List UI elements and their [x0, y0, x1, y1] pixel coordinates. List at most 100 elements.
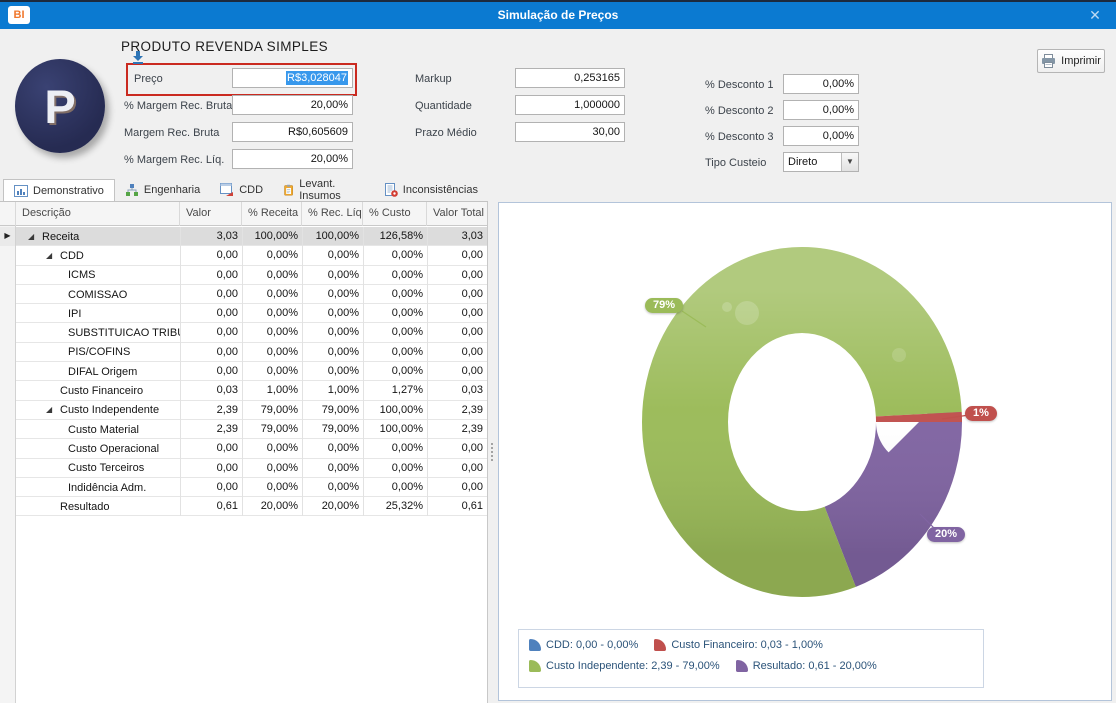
tab-cdd[interactable]: CDD	[210, 179, 273, 201]
row-value-cell: 0,00%	[302, 362, 363, 382]
column-header[interactable]: % Custo	[363, 202, 427, 226]
column-header[interactable]: Valor Total	[427, 202, 487, 226]
table-row[interactable]: Custo Material 2,39 79,00% 79,00% 100,00% 2,3…	[0, 419, 487, 440]
header-indicator-cell	[0, 202, 16, 226]
margem-bruta-field[interactable]: R$0,605609	[232, 122, 353, 142]
tab-engenharia[interactable]: Engenharia	[115, 179, 210, 201]
table-row[interactable]: ◢ CDD 0,00 0,00% 0,00% 0,00% 0,00	[0, 246, 487, 266]
row-value-cell: 100,00%	[363, 419, 427, 440]
desconto1-label: % Desconto 1	[705, 79, 774, 91]
close-icon[interactable]: ✕	[1084, 5, 1106, 26]
row-value-cell: 0,00	[427, 342, 487, 363]
table-row[interactable]: Resultado 0,61 20,00% 20,00% 25,32% 0,61	[0, 497, 487, 517]
desconto3-field[interactable]: 0,00%	[783, 126, 859, 146]
row-label: Custo Independente	[60, 404, 160, 417]
tab-label: Demonstrativo	[33, 184, 104, 197]
app-window: BI Simulação de Preços ✕ P PRODUTO REVEN…	[0, 0, 1116, 703]
print-button[interactable]: Imprimir	[1037, 49, 1105, 73]
row-value-cell: 0,00	[427, 284, 487, 305]
row-value-cell: 2,39	[180, 419, 242, 440]
table-row[interactable]: ▶ ◢ Receita 3,03 100,00% 100,00% 126,58% 3,03	[0, 227, 487, 247]
table-row[interactable]: ICMS 0,00 0,00% 0,00% 0,00% 0,00	[0, 265, 487, 285]
table-row[interactable]: DIFAL Origem 0,00 0,00% 0,00% 0,00% 0,00	[0, 362, 487, 382]
row-value-cell: 0,00	[180, 342, 242, 363]
print-button-label: Imprimir	[1061, 55, 1101, 67]
tab-inconsistencias[interactable]: Inconsistências	[374, 179, 488, 201]
desconto2-field[interactable]: 0,00%	[783, 100, 859, 120]
row-value-cell: 3,03	[180, 227, 242, 247]
desconto1-field[interactable]: 0,00%	[783, 74, 859, 94]
row-value-cell: 1,27%	[363, 381, 427, 401]
margem-liq-pct-label: % Margem Rec. Líq.	[124, 154, 225, 166]
row-value-cell: 79,00%	[242, 419, 302, 440]
row-description-cell: Resultado	[16, 497, 180, 516]
table-row[interactable]: IPI 0,00 0,00% 0,00% 0,00% 0,00	[0, 304, 487, 324]
prazo-medio-field[interactable]: 30,00	[515, 122, 625, 142]
gloss-bubble	[735, 301, 759, 325]
row-value-cell: 0,00%	[242, 246, 302, 266]
table-row[interactable]: SUBSTITUICAO TRIBU...0,000,00%0,00%0,00%…	[0, 323, 487, 343]
chevron-down-icon[interactable]: ▼	[841, 153, 858, 171]
import-arrow-icon[interactable]	[130, 50, 146, 66]
row-description-cell: Custo Terceiros	[16, 459, 180, 478]
row-value-cell: 0,00%	[363, 439, 427, 459]
expand-collapse-icon[interactable]: ◢	[28, 228, 42, 246]
splitter-grip-icon	[491, 443, 493, 461]
margem-liq-pct-field[interactable]: 20,00%	[232, 149, 353, 169]
margem-bruta-pct-field[interactable]: 20,00%	[232, 95, 353, 115]
tab-label: Levant. Insumos	[299, 178, 341, 202]
row-value-cell: 0,00%	[363, 265, 427, 285]
column-header[interactable]: Valor	[180, 202, 242, 226]
row-label: Custo Material	[68, 423, 139, 436]
table-row[interactable]: Custo Financeiro 0,03 1,00% 1,00% 1,27% 0,03	[0, 381, 487, 401]
expand-collapse-icon[interactable]: ◢	[46, 247, 60, 265]
row-value-cell: 0,00%	[363, 284, 427, 305]
desconto3-label: % Desconto 3	[705, 131, 774, 143]
row-indicator-cell	[0, 381, 16, 401]
legend-marker-icon	[735, 660, 748, 672]
legend-label: Resultado: 0,61 - 20,00%	[752, 660, 877, 672]
window-title: Simulação de Preços	[497, 8, 619, 22]
quantidade-field[interactable]: 1,000000	[515, 95, 625, 115]
table-row[interactable]: Indidência Adm. 0,00 0,00% 0,00% 0,00% 0,00	[0, 477, 487, 498]
chart-grid-icon	[14, 184, 28, 197]
row-value-cell: 0,00	[180, 284, 242, 305]
markup-field[interactable]: 0,253165	[515, 68, 625, 88]
row-label: IPI	[68, 307, 82, 320]
panel-splitter[interactable]	[488, 201, 498, 703]
preco-field[interactable]: R$3,028047	[232, 68, 353, 88]
table-row[interactable]: ◢ Custo Independente 2,39 79,00% 79,00% 100,0…	[0, 400, 487, 420]
row-value-cell: 20,00%	[302, 497, 363, 517]
row-description-cell: ◢ CDD	[16, 246, 180, 265]
table-row[interactable]: COMISSAO 0,00 0,00% 0,00% 0,00% 0,00	[0, 284, 487, 305]
row-value-cell: 79,00%	[242, 400, 302, 420]
column-header[interactable]: % Rec. Líq...	[302, 202, 363, 226]
legend-label: Custo Independente: 2,39 - 79,00%	[546, 660, 720, 672]
table-row[interactable]: PIS/COFINS 0,00 0,00% 0,00% 0,00% 0,00	[0, 342, 487, 363]
tab-demonstrativo[interactable]: Demonstrativo	[3, 179, 115, 201]
form-arrow-icon	[220, 183, 234, 196]
expand-collapse-icon[interactable]: ◢	[46, 401, 60, 419]
row-value-cell: 25,32%	[363, 497, 427, 517]
quantidade-label: Quantidade	[415, 100, 472, 112]
row-value-cell: 0,00%	[302, 477, 363, 498]
row-value-cell: 0,00%	[363, 323, 427, 343]
row-value-cell: 0,00	[180, 458, 242, 478]
row-indicator-cell	[0, 284, 16, 305]
table-row[interactable]: Custo Operacional 0,00 0,00% 0,00% 0,00% 0,00	[0, 439, 487, 459]
tab-levant-insumos[interactable]: Levant. Insumos	[273, 178, 374, 202]
donut-chart[interactable]	[499, 203, 1111, 700]
legend-label: Custo Financeiro: 0,03 - 1,00%	[671, 639, 823, 651]
tipo-custeio-select[interactable]: Direto ▼	[783, 152, 859, 172]
table-row[interactable]: Custo Terceiros 0,00 0,00% 0,00% 0,00% 0,00	[0, 458, 487, 478]
row-value-cell: 2,39	[180, 400, 242, 420]
row-indicator-cell	[0, 477, 16, 498]
row-value-cell: 0,00%	[242, 458, 302, 478]
row-value-cell: 1,00%	[242, 381, 302, 401]
column-header[interactable]: Descrição	[16, 202, 180, 226]
desconto2-label: % Desconto 2	[705, 105, 774, 117]
column-header[interactable]: % Receita	[242, 202, 302, 226]
row-value-cell: 0,00%	[302, 304, 363, 324]
margem-bruta-label: Margem Rec. Bruta	[124, 127, 220, 139]
chart-panel: 79% 1% 20% CDD: 0,00 - 0,00% Custo Financ…	[498, 202, 1112, 701]
